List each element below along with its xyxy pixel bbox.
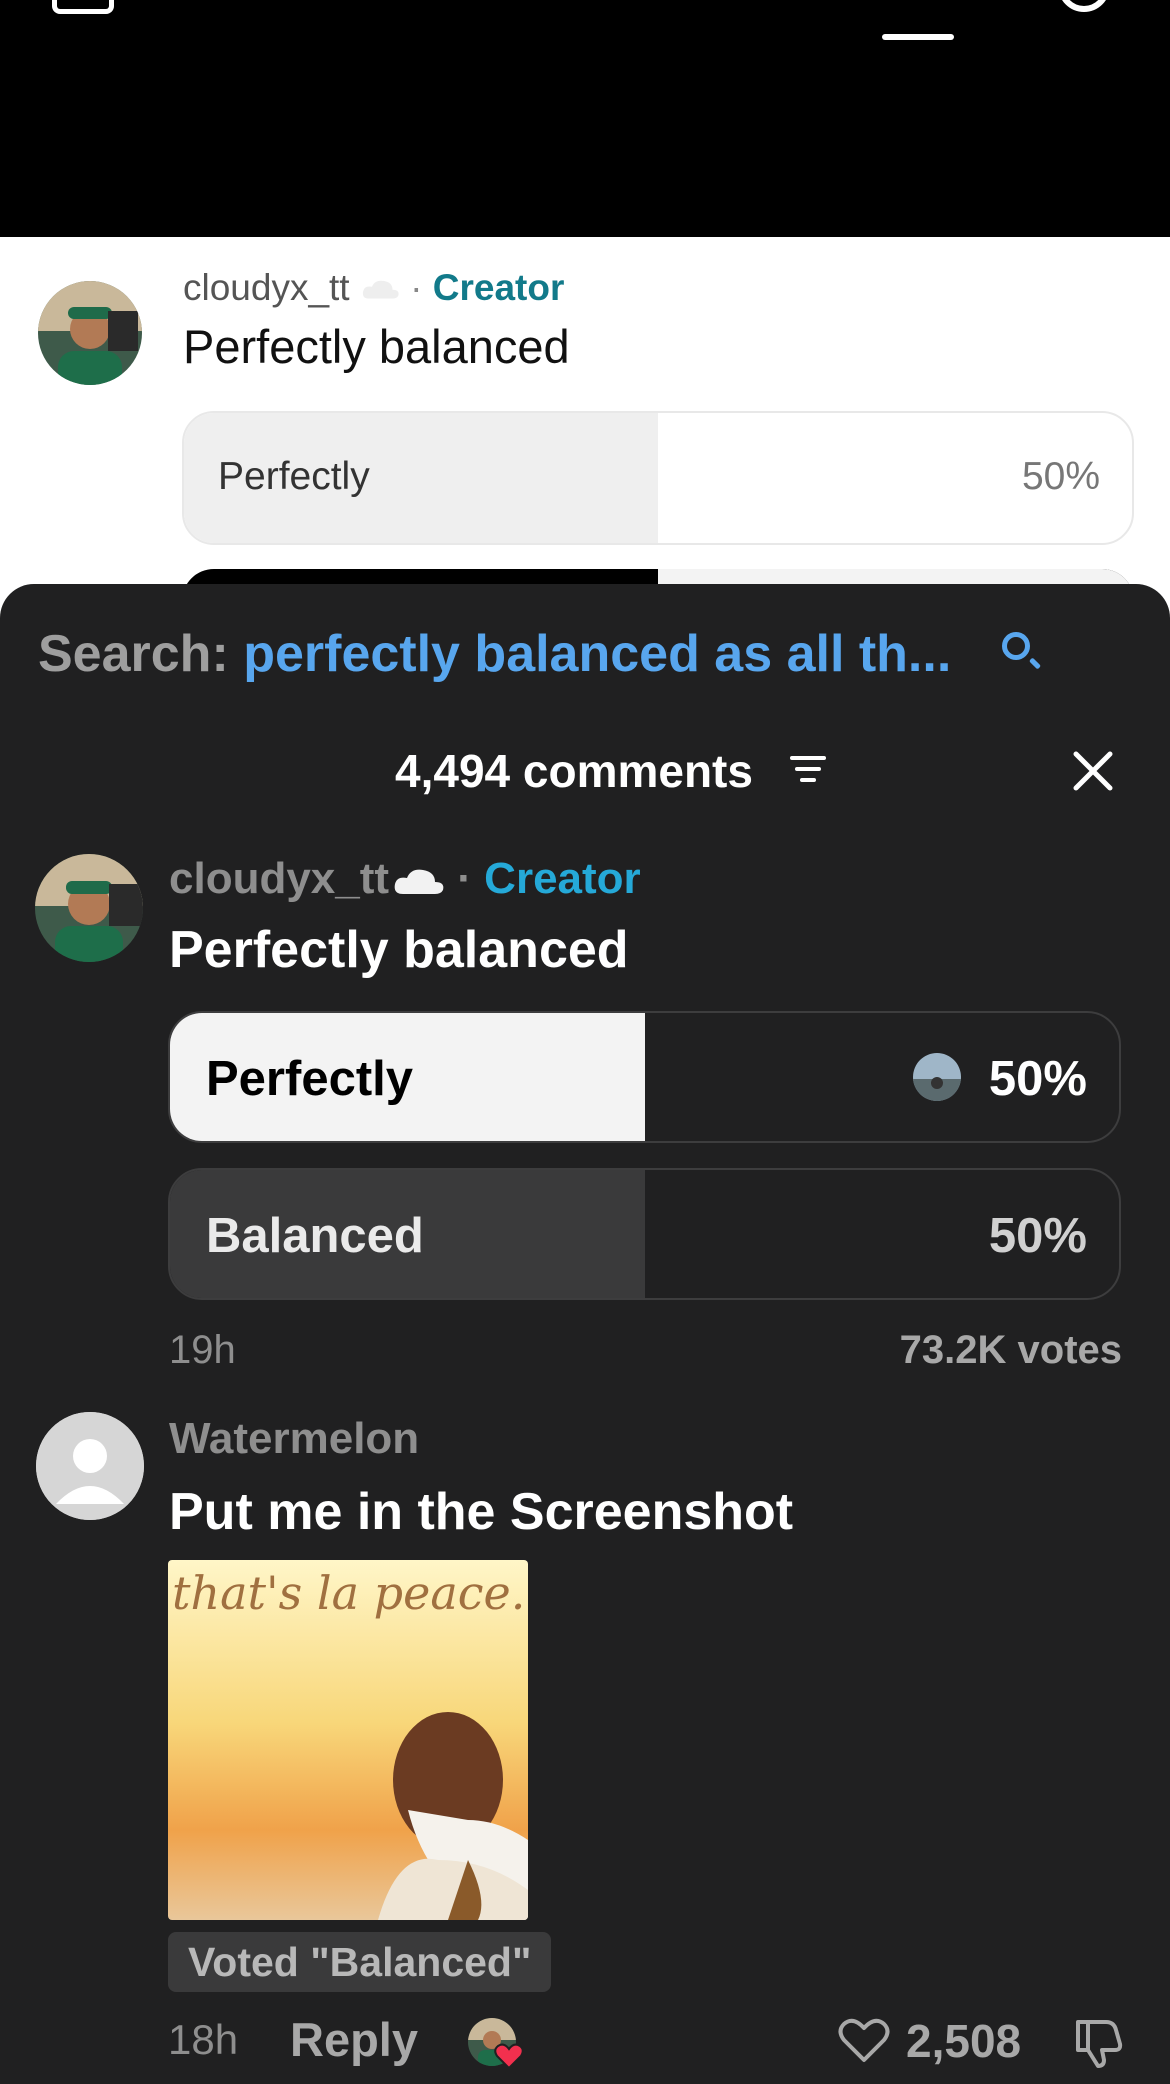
username[interactable]: cloudyx_tt [169,854,389,903]
search-suggestion[interactable]: Search: perfectly balanced as all th... [38,624,951,684]
sort-icon[interactable] [790,754,826,784]
image-caption: that's la peace. [172,1566,526,1620]
comment-timestamp: 18h [168,2016,239,2063]
reply-button[interactable]: Reply [290,2012,418,2067]
comment-username-row: cloudyx_tt · Creator [169,854,641,904]
poll-option-percent: 50% [988,1052,1087,1106]
comment-text: Put me in the Screenshot [169,1483,794,1541]
avatar[interactable] [38,281,142,385]
comments-count: 4,494 comments [395,745,753,797]
comments-sheet: Search: perfectly balanced as all th... … [0,584,1170,2084]
post-username-row: cloudyx_tt · Creator [183,267,564,309]
like-heart-icon[interactable] [838,2016,890,2064]
separator: · [457,854,472,903]
poll-option-percent: 50% [988,1209,1087,1263]
close-icon[interactable] [1068,746,1118,796]
cloud-icon [360,267,410,308]
poll-option-perfectly[interactable]: Perfectly 50% [168,1011,1121,1143]
poll-option[interactable]: Perfectly 50% [182,411,1134,545]
creator-label: Creator [484,854,641,903]
like-count: 2,508 [906,2015,1022,2067]
search-icon[interactable] [1002,632,1030,660]
dislike-icon[interactable] [1070,2016,1124,2070]
voted-badge: Voted "Balanced" [168,1932,552,1992]
comment-timestamp: 19h [169,1328,236,1372]
username[interactable]: Watermelon [169,1414,419,1464]
heart-icon [494,2043,524,2070]
default-avatar[interactable] [36,1412,144,1520]
cloud-icon [394,870,444,895]
poll-option-label: Perfectly [218,455,370,498]
active-tab-indicator [882,34,954,40]
poll-option-label: Balanced [206,1209,424,1263]
poll-option-label: Perfectly [206,1052,414,1106]
top-nav-bar [0,0,1170,237]
search-icon[interactable] [1058,0,1110,12]
search-prefix: Search: [38,625,244,683]
creator-label: Creator [432,267,565,308]
post-text: Perfectly balanced [183,320,570,373]
separator: · [410,267,423,308]
comment-text: Perfectly balanced [169,921,629,979]
background-post: cloudyx_tt · Creator Perfectly balanced … [0,237,1170,649]
poll-option-percent: 50% [1021,455,1100,498]
comment-image[interactable]: that's la peace. [168,1560,528,1920]
search-query[interactable]: perfectly balanced as all th... [243,625,951,683]
vote-count: 73.2K votes [899,1328,1122,1372]
inbox-icon[interactable] [52,0,114,14]
voter-avatar [913,1053,961,1101]
poll-option-balanced[interactable]: Balanced 50% [168,1168,1121,1300]
avatar[interactable] [35,854,143,962]
username[interactable]: cloudyx_tt [183,267,350,308]
